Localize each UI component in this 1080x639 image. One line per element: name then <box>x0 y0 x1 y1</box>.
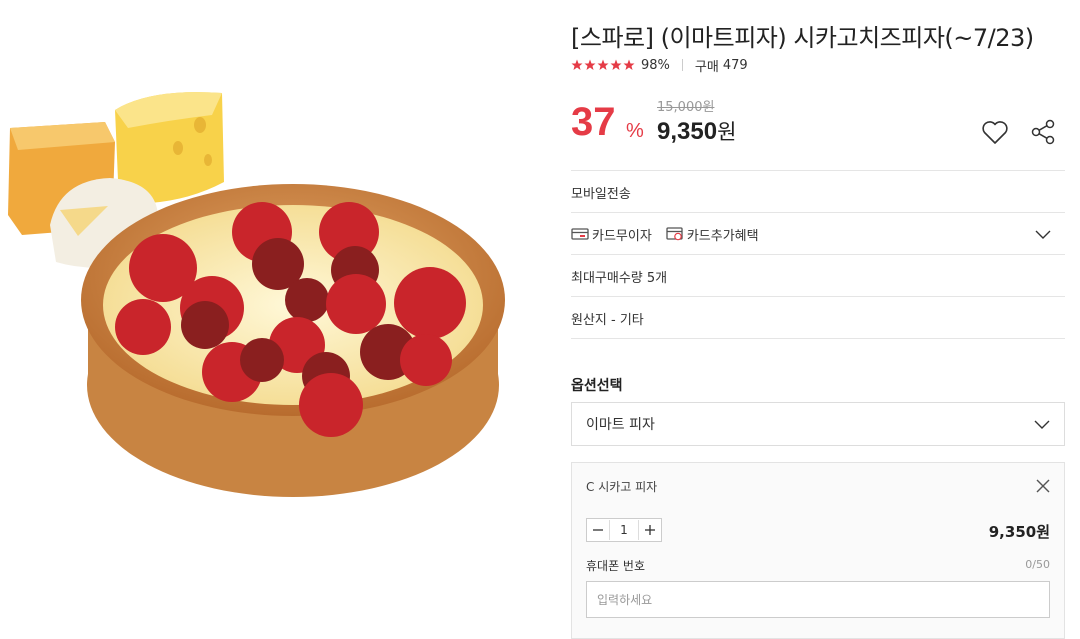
card-additional-benefit[interactable]: 카드추가혜택 <box>666 225 759 244</box>
close-icon[interactable] <box>1034 477 1052 495</box>
line-item-price: 9,350원 <box>988 523 1050 541</box>
option-select-label: 옵션선택 <box>571 378 623 394</box>
option-dropdown[interactable]: 이마트 피자 <box>571 402 1065 446</box>
heart-icon <box>982 121 1008 144</box>
decrease-button[interactable] <box>587 519 609 541</box>
product-info-panel: [스파로] (이마트피자) 시카고치즈피자(~7/23) 98% 구매 479 … <box>571 0 1065 639</box>
card-installment[interactable]: 카드무이자 <box>571 225 652 244</box>
like-button[interactable] <box>979 116 1011 148</box>
star-icon <box>610 59 622 70</box>
selected-option-panel: C 시카고 피자 9,350원 휴대폰 번호 0/50 <box>571 462 1065 639</box>
star-icon <box>623 59 635 70</box>
star-icon <box>584 59 596 70</box>
original-price: 15,000원 <box>657 100 715 115</box>
divider <box>681 59 683 71</box>
rating-percent: 98% <box>641 57 670 73</box>
star-icon <box>571 59 583 70</box>
star-icon <box>597 59 609 70</box>
share-icon <box>1031 119 1055 145</box>
section-divider <box>571 338 1065 339</box>
card-benefit-label: 카드추가혜택 <box>686 228 759 244</box>
mobile-delivery-label: 모바일전송 <box>571 186 631 202</box>
credit-card-icon <box>571 228 589 240</box>
card-installment-label: 카드무이자 <box>592 228 652 244</box>
phone-char-count: 0/50 <box>1025 558 1050 571</box>
discount-unit: % <box>626 120 644 142</box>
phone-number-label: 휴대폰 번호 <box>586 559 646 573</box>
quantity-input[interactable] <box>609 520 639 540</box>
rating-stars <box>571 59 635 71</box>
pizza-decor <box>81 184 505 497</box>
chevron-down-icon[interactable] <box>1035 227 1051 241</box>
discount-rate: 37 <box>571 100 616 144</box>
plus-icon <box>645 525 655 535</box>
increase-button[interactable] <box>639 519 661 541</box>
max-purchase-row: 최대구매수량 5개 <box>571 254 1065 297</box>
sale-price-value: 9,350 <box>657 118 718 145</box>
product-title: [스파로] (이마트피자) 시카고치즈피자(~7/23) <box>571 24 1034 52</box>
share-button[interactable] <box>1027 116 1059 148</box>
minus-icon <box>593 529 603 531</box>
sale-price-unit: 원 <box>717 121 737 144</box>
quantity-stepper <box>586 518 662 542</box>
phone-number-input[interactable] <box>586 581 1050 618</box>
pizza-illustration <box>8 92 505 497</box>
mobile-delivery-row: 모바일전송 <box>571 170 1065 213</box>
chevron-down-icon <box>1034 420 1050 429</box>
price-block: 37 % 15,000원 9,350원 <box>571 96 1065 156</box>
max-purchase-label: 최대구매수량 5개 <box>571 270 668 286</box>
product-detail-page: [스파로] (이마트피자) 시카고치즈피자(~7/23) 98% 구매 479 … <box>0 0 1080 639</box>
purchase-count: 479 <box>722 57 748 73</box>
origin-row: 원산지 - 기타 <box>571 296 1065 339</box>
card-benefit-row[interactable]: 카드무이자 카드추가혜택 <box>571 212 1065 255</box>
product-image <box>0 0 560 639</box>
rating-row: 98% 구매 479 <box>571 56 748 75</box>
option-selected-value: 이마트 피자 <box>586 417 655 433</box>
purchase-label: 구매 <box>694 59 719 75</box>
selected-option-name: C 시카고 피자 <box>586 480 658 494</box>
origin-label: 원산지 - 기타 <box>571 312 644 328</box>
card-benefit-icon <box>666 227 683 241</box>
sale-price: 9,350원 <box>657 116 736 146</box>
